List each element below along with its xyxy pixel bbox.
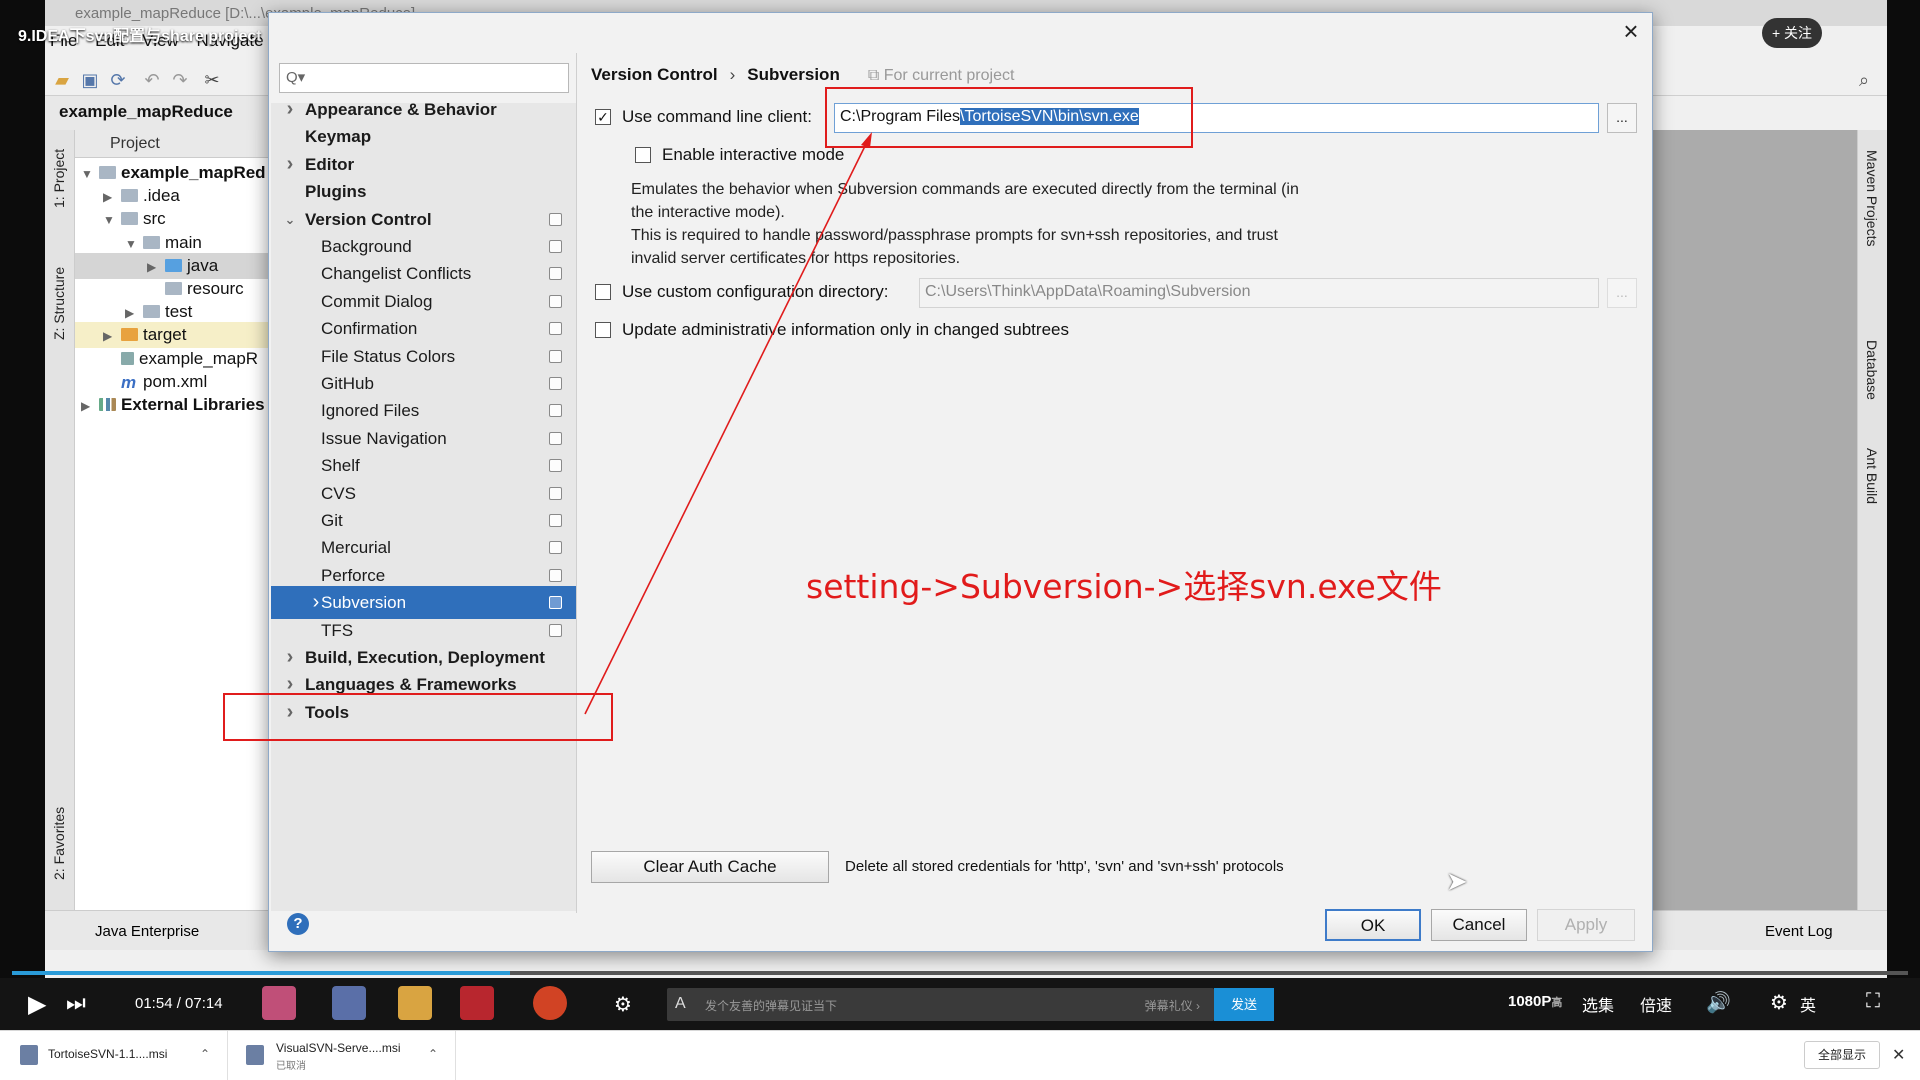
close-download-bar-icon[interactable]: ✕: [1892, 1045, 1905, 1065]
danmu-placeholder: 发个友善的弹幕见证当下: [705, 999, 838, 1013]
download-bar: TortoiseSVN-1.1....msi ⌃ VisualSVN-Serve…: [0, 1030, 1920, 1080]
msi-file-icon: [20, 1045, 38, 1065]
play-icon[interactable]: ▶: [28, 990, 46, 1019]
annotation-text: setting->Subversion->选择svn.exe文件: [806, 567, 1442, 606]
volume-icon[interactable]: 🔊: [1706, 990, 1731, 1015]
intellij-icon[interactable]: [460, 986, 494, 1020]
download-item-2[interactable]: VisualSVN-Serve....msi 已取消 ⌃: [228, 1031, 456, 1080]
episodes-button[interactable]: 选集: [1582, 992, 1614, 1016]
download-name-1: TortoiseSVN-1.1....msi: [48, 1047, 168, 1061]
ime-indicator: 英: [1800, 998, 1817, 1015]
show-all-downloads-button[interactable]: 全部显示: [1804, 1041, 1880, 1069]
danmu-style-icon[interactable]: A: [675, 995, 686, 1013]
danmu-settings-icon[interactable]: ⚙: [614, 992, 632, 1017]
download-status-2: 已取消: [276, 1061, 306, 1072]
danmu-send-button[interactable]: 发送: [1214, 988, 1274, 1021]
download-name-2: VisualSVN-Serve....msi: [276, 1041, 401, 1055]
next-icon[interactable]: ⏭: [66, 990, 86, 1016]
pdf-app-icon[interactable]: [332, 986, 366, 1020]
quality-selector[interactable]: 1080P高: [1508, 993, 1562, 1010]
settings-icon[interactable]: ⚙: [1770, 990, 1788, 1015]
time-display: 01:54 / 07:14: [135, 995, 223, 1012]
explorer-icon[interactable]: [398, 986, 432, 1020]
danmu-input[interactable]: A 发个友善的弹幕见证当下 弹幕礼仪 ›: [667, 988, 1214, 1021]
speed-button[interactable]: 倍速: [1640, 992, 1672, 1016]
progress-fill: [12, 971, 510, 975]
taskbar-app-icon[interactable]: [262, 986, 296, 1020]
browser-icon[interactable]: [533, 986, 567, 1020]
danmu-etiquette-link[interactable]: 弹幕礼仪 ›: [1145, 997, 1200, 1014]
chevron-up-icon[interactable]: ⌃: [428, 1047, 438, 1061]
annotation-arrow: [584, 132, 872, 715]
player-controls: ▶ ⏭ 01:54 / 07:14 ⚙ A 发个友善的弹幕见证当下 弹幕礼仪 ›…: [0, 978, 1920, 1030]
fullscreen-icon[interactable]: ⛶: [1866, 990, 1880, 1013]
download-item-1[interactable]: TortoiseSVN-1.1....msi ⌃: [0, 1031, 228, 1080]
mouse-cursor-icon: ➤: [1446, 866, 1468, 896]
chevron-up-icon[interactable]: ⌃: [200, 1047, 210, 1061]
msi-file-icon: [246, 1045, 264, 1065]
